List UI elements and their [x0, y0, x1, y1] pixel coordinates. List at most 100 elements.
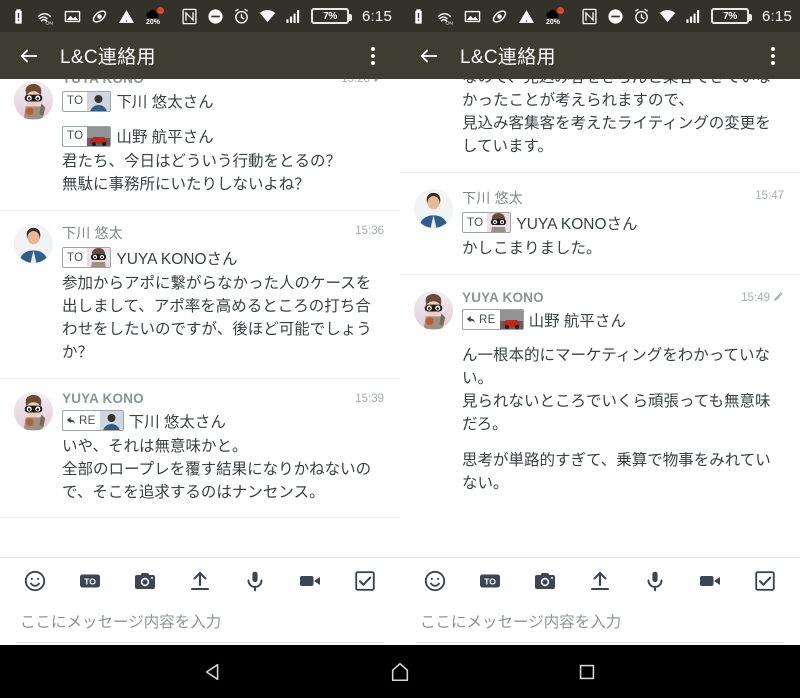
- checkbox-icon[interactable]: [350, 566, 380, 596]
- message-header: 下川 悠太 15:47: [462, 187, 784, 208]
- svg-text:TO: TO: [484, 576, 496, 586]
- status-icons-right: 7% 6:15: [181, 8, 392, 25]
- to-badge[interactable]: TO: [62, 90, 112, 112]
- emoji-icon[interactable]: [420, 566, 450, 596]
- microphone-icon[interactable]: [240, 566, 270, 596]
- dual-screenshot-container: ON 20% 7% 6:15 L&C連絡用 15:28 TO 下川 悠太さん T…: [0, 0, 800, 645]
- chat-message[interactable]: YUYA KONO 15:39 RE 下川 悠太さん いや、それは無意味かと。 …: [0, 379, 400, 519]
- sender-name: YUYA KONO: [462, 289, 544, 305]
- chat-message[interactable]: 下川 悠太 15:47 TO YUYA KONOさん かしこまりました。: [400, 173, 800, 275]
- message-text: いや、それは無意味かと。 全部のロープレを覆す結果になりかねないので、そこを追求…: [62, 437, 372, 501]
- message-meta: 15:39: [355, 390, 384, 405]
- avatar[interactable]: [14, 391, 53, 431]
- chat-message[interactable]: YUYA KONO 15:49 RE 山野 航平さん ん一根本的にマーケティング…: [400, 275, 800, 510]
- to-badge[interactable]: TO: [462, 212, 512, 234]
- camera-icon[interactable]: [130, 566, 160, 596]
- battery-percent: 7%: [723, 10, 737, 22]
- message-input[interactable]: [20, 613, 380, 632]
- video-camera-icon[interactable]: [695, 566, 725, 596]
- left-screenshot-pane: ON 20% 7% 6:15 L&C連絡用 15:28 TO 下川 悠太さん T…: [0, 0, 400, 645]
- menu-dot: [771, 46, 775, 51]
- menu-dot: [371, 53, 375, 58]
- chat-message-list-left[interactable]: YUYA KONO 15:28 TO: [0, 79, 400, 557]
- to-icon[interactable]: TO: [75, 566, 105, 596]
- recipient-name: 下川 悠太さん: [116, 94, 214, 111]
- wifi-calling-on-icon: ON: [37, 8, 54, 25]
- upload-icon[interactable]: [585, 566, 615, 596]
- svg-text:TO: TO: [84, 576, 96, 586]
- message-time: 15:39: [355, 392, 384, 405]
- avatar[interactable]: [414, 290, 453, 330]
- sender-name: YUYA KONO: [62, 79, 341, 86]
- chat-message[interactable]: 下川 悠太 15:36 TO YUYA KONOさん 参加からアポに繋がらなかっ…: [0, 211, 400, 379]
- avatar[interactable]: [14, 223, 53, 263]
- svg-text:ON: ON: [46, 20, 54, 25]
- message-text: かしこまりました。: [462, 239, 602, 257]
- message-input[interactable]: [420, 613, 780, 632]
- message-text-continued: 思考が単路的すぎて、乗算で物事をみれていない。: [462, 452, 771, 493]
- microphone-icon[interactable]: [640, 566, 670, 596]
- signal-bars-icon: [685, 8, 702, 25]
- message-meta: 15:49: [741, 289, 784, 304]
- message-header: YUYA KONO 15:39: [62, 390, 384, 406]
- red-car-thumb: [499, 310, 523, 330]
- chat-message-clipped[interactable]: なので、見込み客をきちんと集客できていなかったことが考えられますので、 見込み客…: [400, 79, 800, 173]
- recipient-line[interactable]: TO 山野 航平さん: [62, 125, 384, 147]
- edit-pencil-icon[interactable]: [773, 291, 784, 302]
- camera-icon[interactable]: [530, 566, 560, 596]
- message-input-wrap[interactable]: [16, 603, 384, 643]
- to-badge-label: TO: [467, 216, 484, 229]
- status-bar-right: ON 20% 7% 6:15: [400, 0, 800, 32]
- chat-message[interactable]: YUYA KONO 15:28 TO: [0, 79, 400, 211]
- recipient-line[interactable]: TO YUYA KONOさん: [462, 212, 784, 234]
- video-camera-icon[interactable]: [295, 566, 325, 596]
- status-clock: 6:15: [762, 7, 792, 25]
- to-badge-label: TO: [67, 251, 84, 264]
- menu-dot: [371, 60, 375, 65]
- nav-recents-button[interactable]: [564, 649, 610, 695]
- status-icons-left: ON 20%: [410, 6, 581, 26]
- sync-disabled-icon: [91, 8, 108, 25]
- avatar[interactable]: [414, 188, 453, 228]
- message-input-wrap[interactable]: [416, 603, 784, 643]
- checkbox-icon[interactable]: [750, 566, 780, 596]
- overflow-menu-button[interactable]: [358, 39, 388, 73]
- right-screenshot-pane: ON 20% 7% 6:15 L&C連絡用 かったことが考えられますので、 見込…: [400, 0, 800, 645]
- message-text: ん一根本的にマーケティングをわかっていない。 見られないところでいくら頑張っても…: [462, 346, 771, 433]
- recipient-line[interactable]: RE 山野 航平さん: [462, 309, 784, 331]
- re-badge[interactable]: RE: [62, 410, 124, 432]
- notification-dot-icon: [557, 6, 564, 14]
- recipient-name: 山野 航平さん: [116, 129, 214, 146]
- sender-name: 下川 悠太: [62, 224, 123, 241]
- to-badge[interactable]: TO: [62, 247, 112, 269]
- screenshot-image-icon: [464, 8, 481, 25]
- recipient-line[interactable]: RE 下川 悠太さん: [62, 410, 384, 432]
- to-icon[interactable]: TO: [475, 566, 505, 596]
- recipient-line[interactable]: TO 下川 悠太さん: [62, 90, 384, 112]
- nav-back-button[interactable]: [190, 649, 236, 695]
- avatar-column: [414, 289, 462, 497]
- app-bar-left: L&C連絡用: [0, 32, 400, 79]
- chat-message-list-right[interactable]: なので、見込み客をきちんと集客できていなかったことが考えられますので、 見込み客…: [400, 79, 800, 557]
- message-meta: 15:47: [755, 187, 784, 202]
- avatar-column: [414, 79, 462, 159]
- back-button[interactable]: [412, 39, 446, 73]
- overflow-menu-button[interactable]: [758, 39, 788, 73]
- upload-icon[interactable]: [185, 566, 215, 596]
- message-time: 15:47: [755, 189, 784, 202]
- message-body: 下川 悠太 15:47 TO YUYA KONOさん かしこまりました。: [462, 187, 786, 261]
- device-screen: ON 20% 7% 6:15 L&C連絡用 15:28 TO 下川 悠太さん T…: [0, 0, 800, 698]
- to-badge[interactable]: TO: [62, 125, 112, 147]
- avatar-column: [14, 79, 62, 197]
- emoji-icon[interactable]: [20, 566, 50, 596]
- avatar-column: [14, 222, 62, 365]
- nav-home-button[interactable]: [377, 649, 423, 695]
- recipient-name: 山野 航平さん: [528, 312, 626, 330]
- recipient-line[interactable]: TO YUYA KONOさん: [62, 247, 384, 269]
- back-button[interactable]: [12, 39, 46, 73]
- avatar[interactable]: [14, 81, 53, 120]
- edit-pencil-icon[interactable]: [373, 79, 384, 83]
- message-body: 下川 悠太 15:36 TO YUYA KONOさん 参加からアポに繋がらなかっ…: [62, 222, 386, 365]
- to-badge-label: TO: [67, 95, 84, 107]
- re-badge[interactable]: RE: [462, 309, 524, 331]
